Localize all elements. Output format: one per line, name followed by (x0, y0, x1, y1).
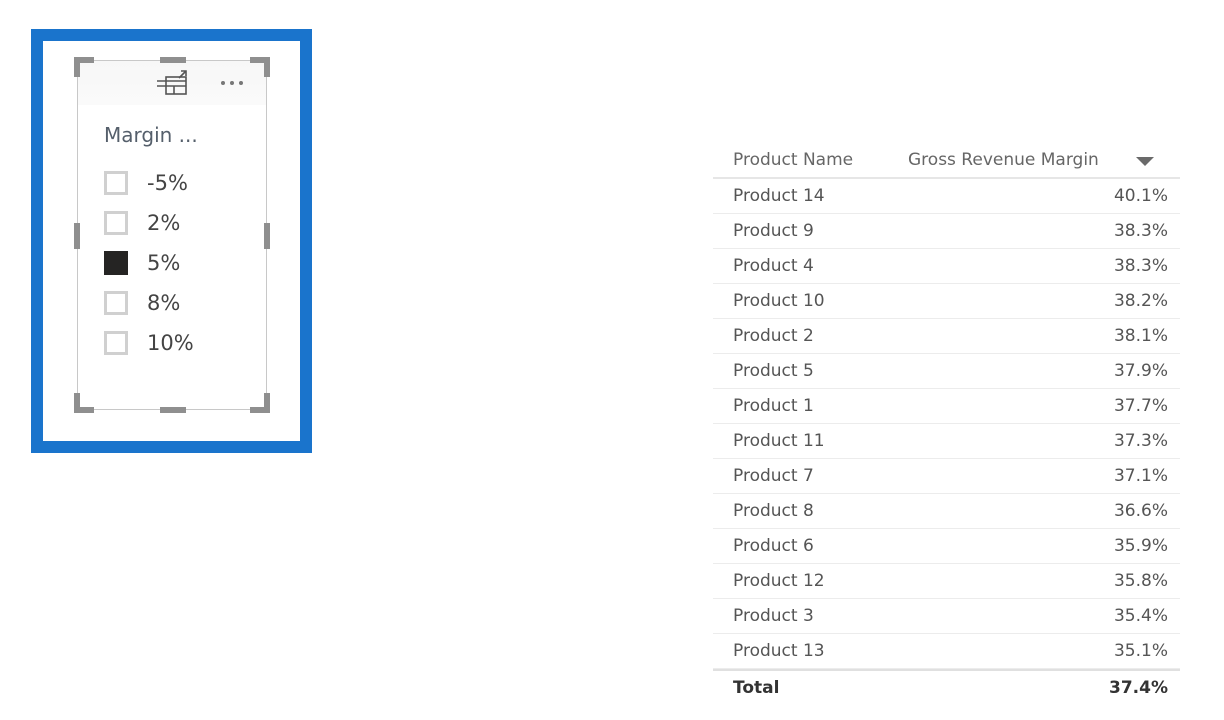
product-name-cell: Product 1 (733, 396, 814, 416)
table-row[interactable]: Product 12 35.8% (713, 564, 1180, 599)
checkbox[interactable] (104, 291, 128, 315)
table-row[interactable]: Product 8 36.6% (713, 494, 1180, 529)
column-header-product-name[interactable]: Product Name (713, 150, 883, 170)
slicer-item[interactable]: -5% (104, 163, 194, 203)
margin-slicer[interactable]: Margin ... -5% 2% 5% 8% 10% (74, 57, 270, 413)
gross-revenue-margin-cell: 37.7% (1113, 396, 1168, 416)
gross-revenue-margin-cell: 37.9% (1113, 361, 1168, 381)
focus-mode-icon[interactable] (154, 69, 194, 97)
slicer-title: Margin ... (104, 123, 198, 147)
slicer-list: -5% 2% 5% 8% 10% (104, 163, 194, 363)
product-name-cell: Product 11 (733, 431, 825, 451)
product-name-cell: Product 6 (733, 536, 814, 556)
resize-handle-top[interactable] (160, 57, 186, 63)
slicer-item-label: 2% (147, 211, 181, 235)
product-name-cell: Product 12 (733, 571, 825, 591)
slicer-item[interactable]: 8% (104, 283, 194, 323)
slicer-item[interactable]: 5% (104, 243, 194, 283)
gross-revenue-margin-cell: 37.3% (1113, 431, 1168, 451)
gross-revenue-margin-cell: 35.4% (1113, 606, 1168, 626)
table-row[interactable]: Product 2 38.1% (713, 319, 1180, 354)
total-label: Total (733, 678, 780, 698)
gross-revenue-margin-cell: 35.1% (1113, 641, 1168, 661)
dot (239, 81, 243, 85)
product-name-cell: Product 4 (733, 256, 814, 276)
product-margin-table: Product Name Gross Revenue Margin Produc… (713, 143, 1180, 705)
product-name-cell: Product 8 (733, 501, 814, 521)
product-name-cell: Product 9 (733, 221, 814, 241)
slicer-item[interactable]: 10% (104, 323, 194, 363)
product-name-cell: Product 13 (733, 641, 825, 661)
dot (230, 81, 234, 85)
gross-revenue-margin-cell: 38.3% (1113, 221, 1168, 241)
resize-handle-bottom[interactable] (160, 407, 186, 413)
table-row[interactable]: Product 3 35.4% (713, 599, 1180, 634)
product-name-cell: Product 14 (733, 186, 825, 206)
slicer-item-label: -5% (147, 171, 188, 195)
product-name-cell: Product 2 (733, 326, 814, 346)
slicer-item-label: 5% (147, 251, 181, 275)
product-name-cell: Product 5 (733, 361, 814, 381)
dot (221, 81, 225, 85)
more-options-icon[interactable] (212, 69, 252, 97)
resize-handle-top-right[interactable] (250, 57, 270, 77)
table-row[interactable]: Product 14 40.1% (713, 179, 1180, 214)
gross-revenue-margin-cell: 38.2% (1113, 291, 1168, 311)
checkbox[interactable] (104, 211, 128, 235)
table-row[interactable]: Product 7 37.1% (713, 459, 1180, 494)
table-row[interactable]: Product 1 37.7% (713, 389, 1180, 424)
table-row[interactable]: Product 9 38.3% (713, 214, 1180, 249)
gross-revenue-margin-cell: 38.3% (1113, 256, 1168, 276)
sort-descending-icon[interactable] (1136, 157, 1154, 166)
resize-handle-top-left[interactable] (74, 57, 94, 77)
gross-revenue-margin-cell: 35.9% (1113, 536, 1168, 556)
table-body: Product 14 40.1% Product 9 38.3% Product 4 38… (713, 179, 1180, 669)
total-value: 37.4% (1109, 678, 1168, 698)
gross-revenue-margin-cell: 38.1% (1113, 326, 1168, 346)
gross-revenue-margin-cell: 40.1% (1113, 186, 1168, 206)
product-name-cell: Product 7 (733, 466, 814, 486)
resize-handle-right[interactable] (264, 223, 270, 249)
gross-revenue-margin-cell: 35.8% (1113, 571, 1168, 591)
column-header-label: Gross Revenue Margin (908, 150, 1099, 170)
table-row[interactable]: Product 4 38.3% (713, 249, 1180, 284)
table-row[interactable]: Product 13 35.1% (713, 634, 1180, 669)
gross-revenue-margin-cell: 36.6% (1113, 501, 1168, 521)
table-row[interactable]: Product 11 37.3% (713, 424, 1180, 459)
resize-handle-bottom-left[interactable] (74, 393, 94, 413)
table-total-row: Total 37.4% (713, 669, 1180, 705)
table-row[interactable]: Product 10 38.2% (713, 284, 1180, 319)
checkbox[interactable] (104, 331, 128, 355)
resize-handle-left[interactable] (74, 223, 80, 249)
table-row[interactable]: Product 6 35.9% (713, 529, 1180, 564)
slicer-item-label: 10% (147, 331, 194, 355)
product-name-cell: Product 3 (733, 606, 814, 626)
slicer-item-label: 8% (147, 291, 181, 315)
checkbox[interactable] (104, 251, 128, 275)
table-row[interactable]: Product 5 37.9% (713, 354, 1180, 389)
slicer-item[interactable]: 2% (104, 203, 194, 243)
checkbox[interactable] (104, 171, 128, 195)
resize-handle-bottom-right[interactable] (250, 393, 270, 413)
product-name-cell: Product 10 (733, 291, 825, 311)
table-header: Product Name Gross Revenue Margin (713, 143, 1180, 179)
column-header-gross-revenue-margin[interactable]: Gross Revenue Margin (883, 150, 1180, 170)
gross-revenue-margin-cell: 37.1% (1113, 466, 1168, 486)
